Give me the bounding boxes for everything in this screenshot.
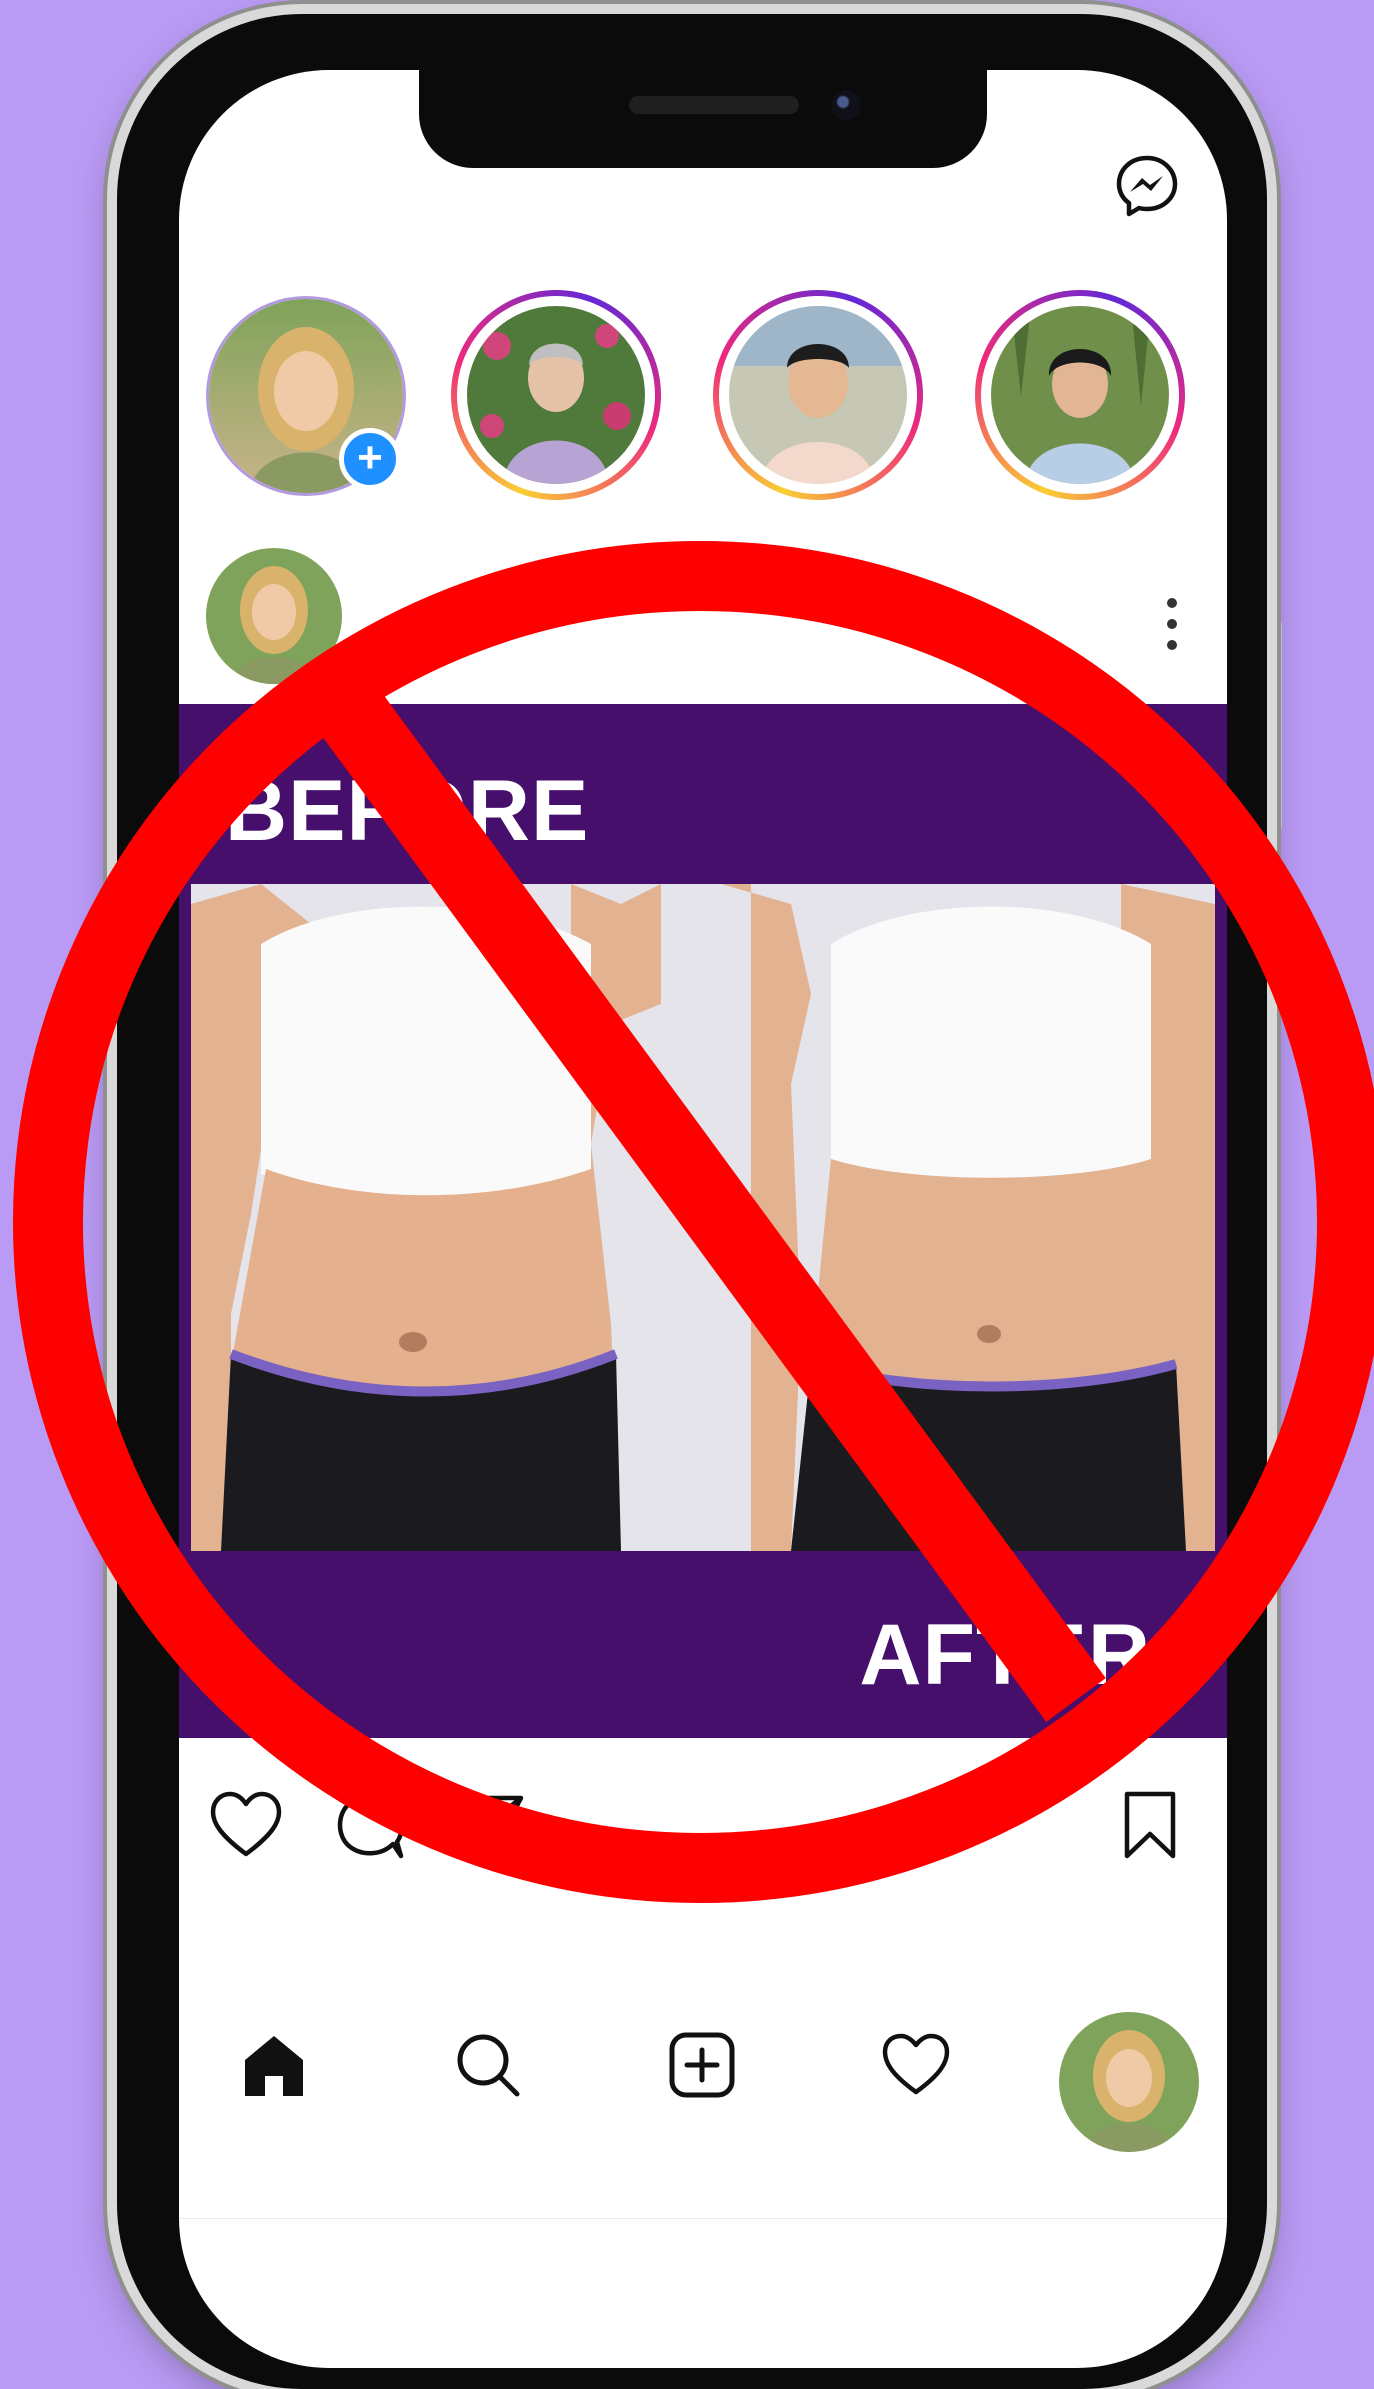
home-icon[interactable] — [239, 2030, 309, 2100]
nav-divider — [179, 2218, 1227, 2219]
search-icon[interactable] — [453, 2030, 523, 2100]
bookmark-icon[interactable] — [1113, 1788, 1187, 1862]
power-button — [1272, 620, 1282, 830]
after-label: AFTER — [859, 1607, 1151, 1703]
profile-photo — [1059, 2012, 1199, 2152]
story-photo-3 — [991, 306, 1169, 484]
post-image[interactable]: BEFORE AFTER — [179, 704, 1227, 1738]
messenger-icon[interactable] — [1115, 154, 1179, 218]
post-author-photo — [206, 548, 342, 684]
phone-frame: + BEFORE AFTER — [117, 14, 1267, 2389]
heart-icon[interactable] — [209, 1788, 283, 1862]
profile-avatar[interactable] — [1059, 2012, 1199, 2152]
post-author-avatar[interactable] — [206, 548, 342, 684]
story-photo-2 — [729, 306, 907, 484]
story-avatar-1[interactable] — [451, 290, 661, 500]
before-after-photo — [191, 884, 1215, 1551]
story-photo-1 — [467, 306, 645, 484]
new-post-icon[interactable] — [667, 2030, 737, 2100]
front-camera — [831, 90, 861, 120]
more-options-icon[interactable] — [1165, 596, 1179, 652]
story-avatar-3[interactable] — [975, 290, 1185, 500]
share-icon[interactable] — [453, 1788, 527, 1862]
story-avatar-2[interactable] — [713, 290, 923, 500]
add-story-icon[interactable]: + — [339, 428, 401, 490]
phone-notch — [419, 70, 987, 168]
activity-heart-icon[interactable] — [881, 2030, 951, 2100]
before-label: BEFORE — [225, 763, 590, 859]
speaker-grille — [629, 96, 799, 114]
app-screen: + BEFORE AFTER — [179, 70, 1227, 2368]
comment-icon[interactable] — [333, 1788, 407, 1862]
